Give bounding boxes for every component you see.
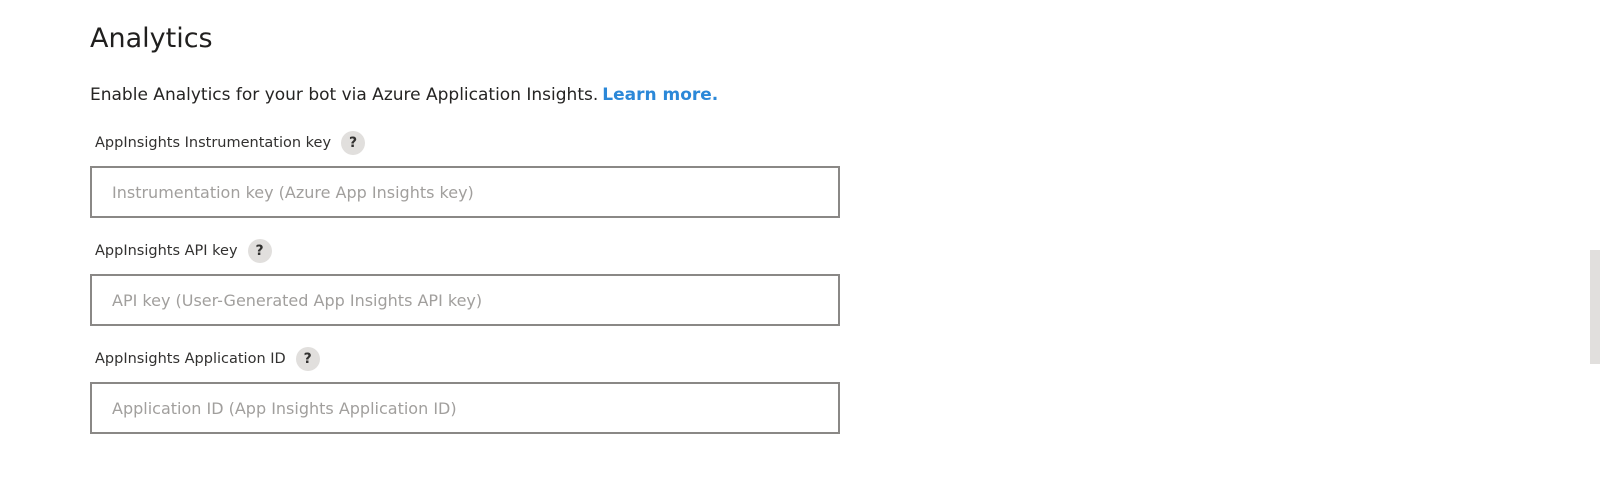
instrumentation-key-input[interactable]	[90, 166, 840, 218]
help-icon[interactable]: ?	[295, 347, 320, 371]
section-title: Analytics	[90, 23, 213, 54]
vertical-scrollbar[interactable]	[1590, 250, 1600, 364]
help-icon[interactable]: ?	[341, 131, 366, 155]
api-key-label-row: AppInsights API key ?	[90, 238, 840, 264]
instrumentation-key-label: AppInsights Instrumentation key	[95, 135, 332, 151]
instrumentation-key-label-row: AppInsights Instrumentation key ?	[90, 130, 840, 156]
application-id-input[interactable]	[90, 382, 840, 434]
api-key-label: AppInsights API key	[95, 243, 238, 259]
section-description: Enable Analytics for your bot via Azure …	[90, 84, 850, 106]
application-id-label-row: AppInsights Application ID ?	[90, 346, 840, 372]
analytics-settings-page: Analytics Enable Analytics for your bot …	[0, 0, 1600, 486]
api-key-input[interactable]	[90, 274, 840, 326]
instrumentation-key-field: AppInsights Instrumentation key ?	[90, 130, 840, 218]
help-icon[interactable]: ?	[247, 239, 272, 263]
description-text: Enable Analytics for your bot via Azure …	[90, 85, 599, 105]
api-key-field: AppInsights API key ?	[90, 238, 840, 326]
learn-more-link[interactable]: Learn more.	[602, 85, 718, 105]
application-id-field: AppInsights Application ID ?	[90, 346, 840, 434]
application-id-label: AppInsights Application ID	[95, 351, 286, 367]
analytics-section: Analytics Enable Analytics for your bot …	[90, 18, 850, 434]
